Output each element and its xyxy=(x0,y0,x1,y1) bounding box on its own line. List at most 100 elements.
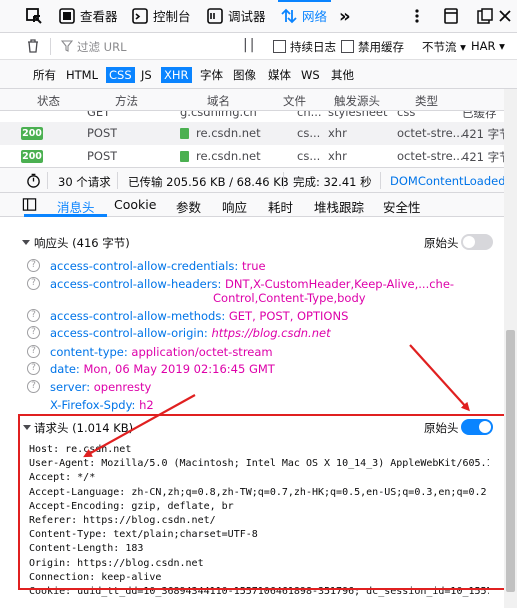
status-badge: 200 xyxy=(21,150,43,163)
table-row[interactable]: 200 POST re.csdn.net cs... xhr octet-str… xyxy=(0,122,511,145)
persist-logs-label[interactable]: 持续日志 xyxy=(290,39,336,55)
header-value-cont: Control,Content-Type,body xyxy=(213,291,366,305)
help-icon[interactable]: ? xyxy=(27,362,40,375)
dock-icon[interactable] xyxy=(441,6,461,26)
help-icon[interactable]: ? xyxy=(27,380,40,393)
type-other[interactable]: 其他 xyxy=(328,67,357,83)
col-type[interactable]: 类型 xyxy=(415,93,438,109)
type-media[interactable]: 媒体 xyxy=(265,67,294,83)
row-method: GET xyxy=(87,111,111,119)
finish-time: 完成: 32.41 秒 xyxy=(293,175,372,189)
clipped-summary-text xyxy=(58,217,118,225)
header-value: GET, POST, OPTIONS xyxy=(228,309,349,323)
persist-logs-checkbox[interactable] xyxy=(273,40,286,53)
header-value: Mon, 06 May 2019 02:16:45 GMT xyxy=(83,362,275,376)
help-icon[interactable]: ? xyxy=(27,345,40,358)
header-value: application/octet-stream xyxy=(131,345,273,359)
tab-stack-trace[interactable]: 堆栈跟踪 xyxy=(314,197,364,216)
tab-security[interactable]: 安全性 xyxy=(383,197,421,216)
filter-icon xyxy=(61,40,73,52)
type-images[interactable]: 图像 xyxy=(230,67,259,83)
url-filter-input[interactable]: 过滤 URL xyxy=(77,39,126,55)
raw-headers-label: 原始头 xyxy=(424,236,459,250)
tab-response[interactable]: 响应 xyxy=(222,197,247,216)
tab-debugger[interactable]: 调试器 xyxy=(228,0,266,33)
row-file: cs... xyxy=(297,149,321,163)
options-menu-icon[interactable] xyxy=(407,6,427,26)
close-icon[interactable] xyxy=(495,6,515,26)
detail-tabs: 消息头 Cookie 参数 响应 耗时 堆栈跟踪 安全性 xyxy=(0,193,517,217)
popout-icon[interactable] xyxy=(475,6,495,26)
tab-cookies[interactable]: Cookie xyxy=(114,197,156,212)
row-file: cs... xyxy=(297,126,321,140)
pause-icon[interactable]: || xyxy=(243,37,256,53)
col-method[interactable]: 方法 xyxy=(115,93,138,109)
type-all[interactable]: 所有 xyxy=(30,67,59,83)
header-name: date: xyxy=(50,362,80,376)
network-icon[interactable] xyxy=(279,6,299,26)
header-name: content-type: xyxy=(50,345,128,359)
col-cause[interactable]: 触发源头 xyxy=(334,93,380,109)
throttle-select[interactable]: 不节流 ▾ xyxy=(422,39,466,55)
table-row[interactable]: 200 POST re.csdn.net cs... xhr octet-str… xyxy=(0,145,511,168)
header-value: https://blog.csdn.net xyxy=(211,326,331,340)
header-name: server: xyxy=(50,380,91,394)
row-size: 已缓存 xyxy=(462,111,497,120)
disable-cache-label[interactable]: 禁用缓存 xyxy=(358,39,404,55)
help-icon[interactable]: ? xyxy=(27,326,40,339)
element-picker-icon[interactable] xyxy=(24,6,44,26)
arrow-to-toggle xyxy=(409,344,470,412)
header-name: access-control-allow-headers: xyxy=(50,277,222,291)
col-file[interactable]: 文件 xyxy=(283,93,306,109)
row-type: octet-stre... xyxy=(397,149,464,163)
annotation-box xyxy=(18,414,508,590)
tab-inspector[interactable]: 查看器 xyxy=(80,0,118,33)
lock-icon xyxy=(180,128,189,139)
help-icon[interactable]: ? xyxy=(27,277,40,290)
col-status[interactable]: 状态 xyxy=(37,93,60,109)
trash-icon[interactable] xyxy=(25,38,41,54)
tab-timings[interactable]: 耗时 xyxy=(268,197,293,216)
header-name: X-Firefox-Spdy: xyxy=(50,398,136,412)
debugger-icon[interactable] xyxy=(205,6,225,26)
stopwatch-icon[interactable] xyxy=(26,173,41,188)
row-cause: xhr xyxy=(328,149,347,163)
header-value: h2 xyxy=(139,398,154,412)
row-domain: re.csdn.net xyxy=(196,149,261,163)
raw-headers-toggle[interactable] xyxy=(461,234,493,250)
help-icon[interactable]: ? xyxy=(27,309,40,322)
summary-bar: 30 个请求 已传输 205.56 KB / 68.46 KB 完成: 32.4… xyxy=(0,167,517,193)
row-method: POST xyxy=(87,126,118,140)
request-count: 30 个请求 xyxy=(58,175,111,189)
col-domain[interactable]: 域名 xyxy=(207,93,230,109)
type-html[interactable]: HTML xyxy=(63,67,101,83)
sidebar-toggle-icon[interactable] xyxy=(22,197,37,212)
collapse-icon[interactable] xyxy=(22,240,30,245)
scrollbar-thumb[interactable] xyxy=(506,330,515,592)
type-ws[interactable]: WS xyxy=(298,67,323,83)
row-domain: re.csdn.net xyxy=(196,126,261,140)
row-type: css xyxy=(397,111,416,119)
har-menu[interactable]: HAR ▾ xyxy=(471,39,505,53)
tab-params[interactable]: 参数 xyxy=(176,197,201,216)
row-file: ch... xyxy=(297,111,322,119)
type-js[interactable]: JS xyxy=(138,67,155,83)
inspector-icon[interactable] xyxy=(57,6,77,26)
tab-console[interactable]: 控制台 xyxy=(153,0,191,33)
help-icon[interactable]: ? xyxy=(27,259,40,272)
filter-bar: 过滤 URL || 持续日志 禁用缓存 不节流 ▾ HAR ▾ xyxy=(0,33,517,60)
tab-network[interactable]: 网络 xyxy=(277,0,332,33)
throttle-value: 不节流 xyxy=(422,40,457,54)
devtools-toolbar: 查看器 控制台 调试器 网络 » xyxy=(0,0,517,33)
more-tabs-icon[interactable]: » xyxy=(339,0,351,33)
console-icon[interactable] xyxy=(130,6,150,26)
type-css[interactable]: CSS xyxy=(106,67,135,83)
type-xhr[interactable]: XHR xyxy=(161,67,192,83)
type-filter-bar: 所有 HTML CSS JS XHR 字体 图像 媒体 WS 其他 xyxy=(0,60,517,89)
row-method: POST xyxy=(87,149,118,163)
dom-content-loaded: DOMContentLoaded: 2.5 xyxy=(390,174,517,188)
har-label: HAR xyxy=(471,39,496,53)
response-headers-title[interactable]: 响应头 (416 字节) xyxy=(34,235,130,251)
type-fonts[interactable]: 字体 xyxy=(197,67,226,83)
disable-cache-checkbox[interactable] xyxy=(341,40,354,53)
